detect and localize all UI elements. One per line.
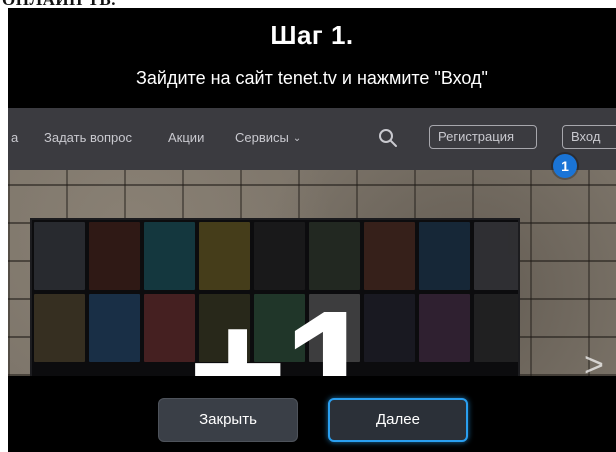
movie-poster — [474, 222, 518, 290]
site-screenshot-preview: а Задать вопрос Акции Сервисы ⌄ Регистрац… — [8, 108, 616, 376]
dialog-footer: Закрыть Далее — [8, 376, 616, 452]
nav-link-ask-question: Задать вопрос — [44, 130, 132, 145]
movie-poster — [419, 222, 470, 290]
nav-link-services-label: Сервисы — [235, 130, 289, 145]
movie-poster — [89, 294, 140, 362]
search-icon — [377, 127, 399, 149]
register-button-preview: Регистрация — [429, 125, 537, 149]
instruction-dialog: Шаг 1. Зайдите на сайт tenet.tv и нажмит… — [8, 8, 616, 452]
close-button[interactable]: Закрыть — [158, 398, 298, 442]
movie-poster — [474, 294, 518, 362]
nav-link-services: Сервисы ⌄ — [235, 130, 301, 145]
nav-link-partial: а — [11, 130, 19, 145]
nav-link-promotions: Акции — [168, 130, 205, 145]
movie-poster — [89, 222, 140, 290]
movie-poster — [34, 294, 85, 362]
movie-poster — [419, 294, 470, 362]
promo-plus-one: +1 — [188, 276, 378, 376]
page-heading-fragment: ОНЛАЙН ТВ. — [0, 0, 616, 8]
chevron-down-icon: ⌄ — [292, 133, 302, 144]
carousel-next-arrow-icon: > — [584, 346, 604, 376]
step-instruction: Зайдите на сайт tenet.tv и нажмите "Вход… — [136, 68, 488, 88]
movie-poster — [34, 222, 85, 290]
step-title: Шаг 1. — [270, 20, 354, 50]
step-number-badge: 1 — [553, 154, 577, 178]
login-button-preview: Вход — [562, 125, 616, 149]
site-nav-bar: а Задать вопрос Акции Сервисы ⌄ Регистрац… — [8, 108, 616, 170]
next-button[interactable]: Далее — [328, 398, 468, 442]
